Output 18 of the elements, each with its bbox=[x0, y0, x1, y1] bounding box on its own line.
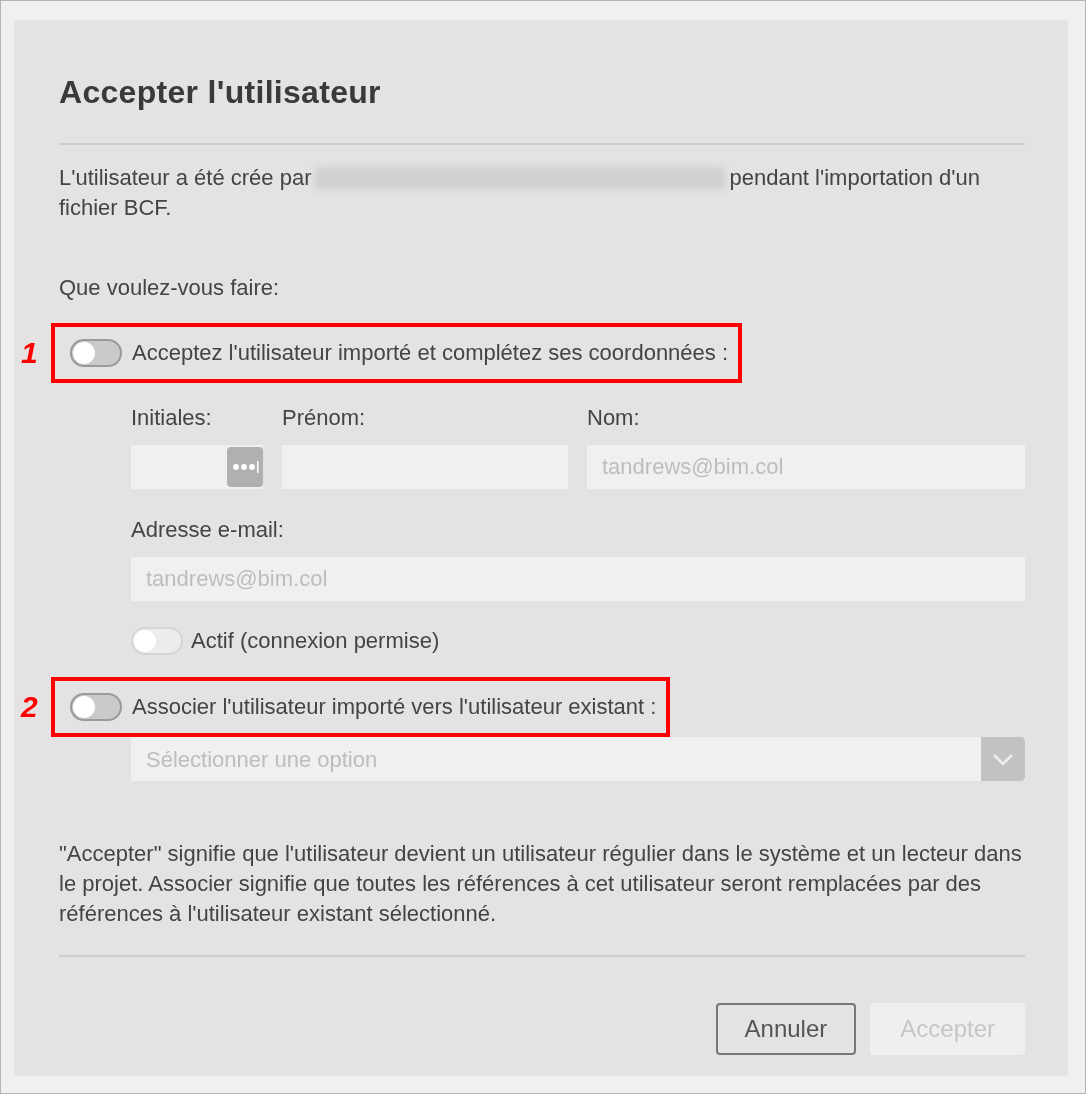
annotation-number: 1 bbox=[21, 336, 38, 370]
option-label: Acceptez l'utilisateur importé et complétez ses coordonnées : bbox=[132, 340, 729, 366]
toggle-switch[interactable] bbox=[70, 693, 122, 721]
question-text: Que voulez-vous faire: bbox=[59, 275, 281, 301]
dialog-title: Accepter l'utilisateur bbox=[59, 74, 382, 111]
caret-icon bbox=[981, 737, 1025, 781]
field-label: Prénom: bbox=[282, 405, 367, 431]
toggle-label: Actif (connexion permise) bbox=[191, 628, 440, 654]
annotation-number: 2 bbox=[21, 690, 38, 724]
toggle-switch[interactable] bbox=[70, 339, 122, 367]
explanation-text: "Accepter" signifie que l'utilisateur devient un utilisateur régulier dans le système et un lecteur dans le projet. Associer signifie que toutes les références à cet utilisateur seront remplacées par des références à l'utilisateur existant sélectionné. bbox=[59, 840, 1023, 928]
option-label: Associer l'utilisateur importé vers l'utilisateur existant : bbox=[132, 694, 657, 720]
intro-text: L'utilisateur a été crée par pendant l'importation d'un fichier BCF. bbox=[59, 164, 982, 222]
field-label: Adresse e-mail: bbox=[131, 517, 285, 543]
field-label: Initiales: bbox=[131, 405, 213, 431]
cancel-button[interactable]: Annuler bbox=[715, 1003, 857, 1055]
field-label: Nom: bbox=[587, 405, 641, 431]
password-manager-icon[interactable] bbox=[227, 447, 263, 487]
